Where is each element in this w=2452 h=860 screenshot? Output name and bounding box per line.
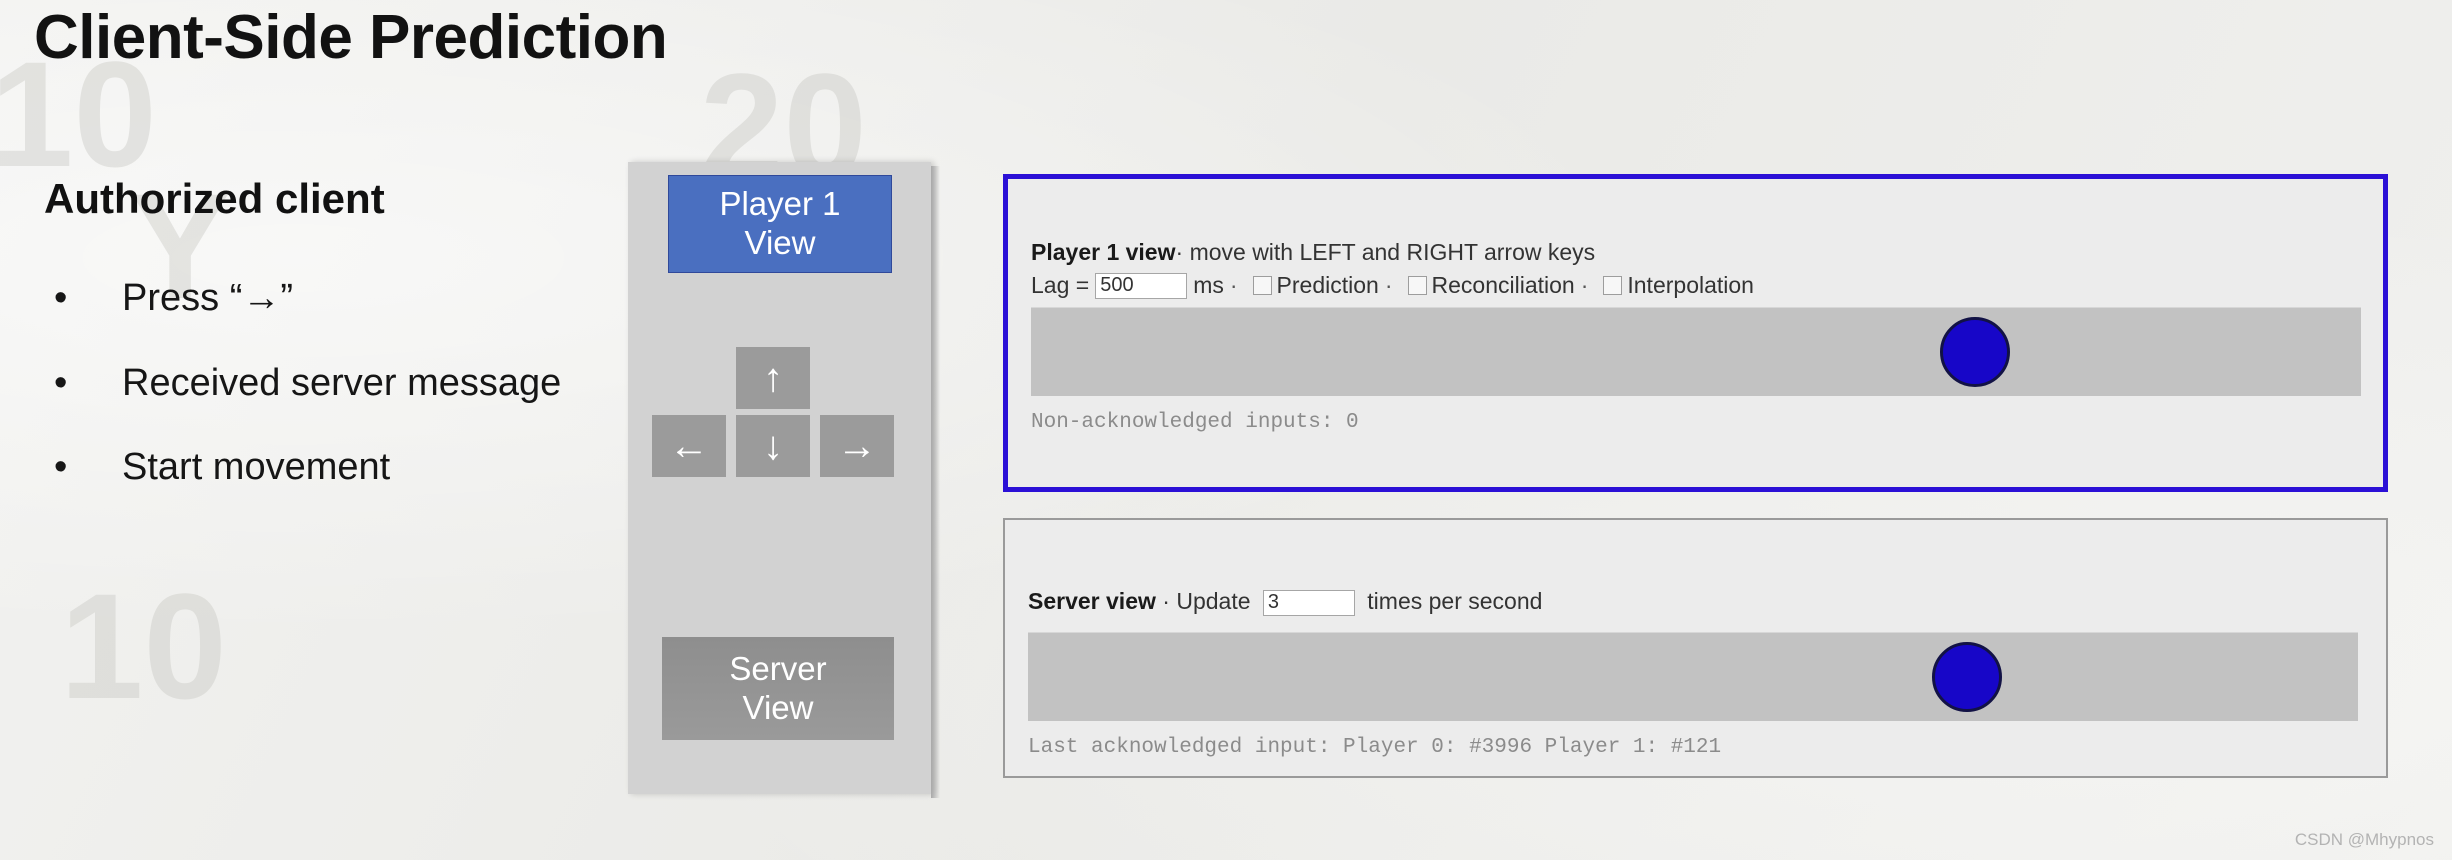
player-view-title: Player 1 view bbox=[1031, 239, 1176, 265]
section-heading: Authorized client bbox=[44, 175, 385, 222]
arrow-left-icon[interactable]: ← bbox=[652, 415, 726, 477]
panel-shadow bbox=[931, 166, 940, 798]
player1-view-button-line1: Player 1 bbox=[719, 185, 841, 223]
lag-unit-label: ms bbox=[1193, 272, 1224, 298]
reconciliation-label: Reconciliation bbox=[1431, 272, 1575, 298]
interpolation-checkbox[interactable] bbox=[1603, 276, 1623, 295]
server-view-title: Server view bbox=[1028, 588, 1156, 614]
bullet-marker-icon: • bbox=[54, 446, 68, 489]
player-view-canvas[interactable] bbox=[1031, 307, 2361, 396]
server-view-button[interactable]: Server View bbox=[662, 637, 894, 740]
arrow-right-icon[interactable]: → bbox=[820, 415, 894, 477]
server-view-panel: Server view · Update times per second La… bbox=[1003, 518, 2388, 778]
list-item: • Received server message bbox=[44, 352, 592, 415]
update-suffix-label: times per second bbox=[1367, 588, 1543, 614]
page-title: Client-Side Prediction bbox=[34, 3, 668, 72]
option-separator: · bbox=[1580, 272, 1589, 298]
player-view-header: Player 1 view· move with LEFT and RIGHT … bbox=[1031, 239, 1595, 266]
update-rate-input[interactable] bbox=[1262, 589, 1355, 616]
watermark: CSDN @Mhypnos bbox=[2294, 830, 2434, 849]
server-view-button-line1: Server bbox=[729, 649, 827, 687]
player1-view-button-line2: View bbox=[744, 224, 816, 261]
server-entity-ball bbox=[1931, 642, 2002, 712]
server-view-header: Server view · Update times per second bbox=[1028, 588, 1542, 616]
bullet-list: • Press “→” • Received server message • … bbox=[44, 267, 604, 499]
arrow-up-icon[interactable]: ↑ bbox=[736, 347, 810, 409]
update-label: Update bbox=[1176, 588, 1251, 614]
server-view-separator: · bbox=[1162, 588, 1170, 614]
player-entity-ball bbox=[1940, 317, 2011, 387]
player1-view-button[interactable]: Player 1 View bbox=[668, 175, 892, 273]
list-item-text: Start movement bbox=[122, 446, 391, 489]
interpolation-label: Interpolation bbox=[1627, 272, 1754, 298]
slide-root: 10 20 Y 10 Client-Side Prediction Author… bbox=[0, 0, 2452, 860]
bullet-marker-icon: • bbox=[54, 361, 68, 404]
player-view-separator: · bbox=[1175, 239, 1184, 265]
prediction-checkbox[interactable] bbox=[1252, 276, 1272, 295]
left-content-column: Authorized client • Press “→” • Received… bbox=[44, 175, 604, 521]
option-separator: · bbox=[1229, 272, 1238, 298]
reconciliation-checkbox[interactable] bbox=[1407, 276, 1427, 295]
list-item-text: Received server message bbox=[122, 361, 562, 404]
prediction-label: Prediction bbox=[1276, 272, 1379, 298]
server-view-canvas[interactable] bbox=[1028, 632, 2358, 721]
list-item: • Press “→” bbox=[44, 267, 592, 330]
player-view-panel: Player 1 view· move with LEFT and RIGHT … bbox=[1003, 174, 2388, 492]
player-view-status: Non-acknowledged inputs: 0 bbox=[1031, 411, 1359, 434]
server-view-status: Last acknowledged input: Player 0: #3996… bbox=[1028, 736, 1722, 759]
player-view-subtitle: move with LEFT and RIGHT arrow keys bbox=[1189, 239, 1596, 265]
server-view-button-line2: View bbox=[742, 688, 814, 726]
arrow-down-icon[interactable]: ↓ bbox=[736, 415, 810, 477]
ghost-texture-4: 10 bbox=[60, 562, 227, 730]
option-separator: · bbox=[1384, 272, 1393, 298]
list-item: • Start movement bbox=[44, 436, 592, 499]
player-view-options-row: Lag = ms · Prediction · Reconciliation ·… bbox=[1031, 272, 1754, 299]
dpad-control: ↑ ← ↓ → bbox=[642, 347, 922, 497]
bullet-marker-icon: • bbox=[54, 277, 68, 319]
lag-input[interactable] bbox=[1095, 272, 1188, 299]
lag-label: Lag = bbox=[1031, 272, 1090, 298]
control-panel: Player 1 View ↑ ← ↓ → Server View bbox=[628, 162, 940, 798]
list-item-text: Press “→” bbox=[122, 277, 293, 319]
